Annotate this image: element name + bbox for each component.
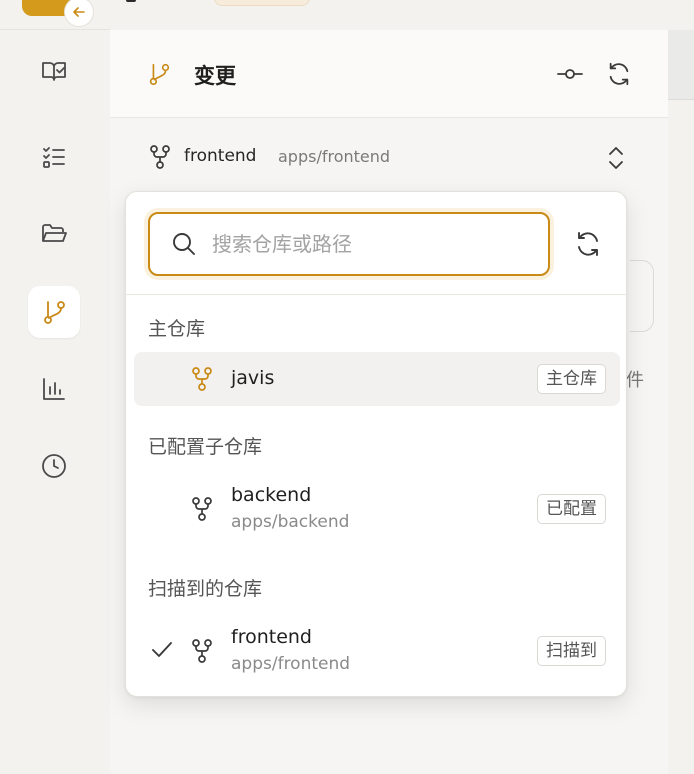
- refresh-icon[interactable]: [606, 60, 632, 88]
- git-branch-icon: [149, 63, 170, 86]
- search-icon: [173, 233, 195, 255]
- rail-tasks-button[interactable]: [28, 131, 80, 183]
- repo-icon: [192, 497, 212, 521]
- background-input-edge: [630, 260, 654, 332]
- repo-badge: 扫描到: [537, 636, 606, 666]
- repo-icon: [150, 145, 170, 169]
- repo-badge: 已配置: [537, 494, 606, 524]
- repo-option-backend[interactable]: backend apps/backend 已配置: [134, 476, 620, 542]
- folder-open-icon: [42, 224, 67, 242]
- section-label-configured: 已配置子仓库: [148, 436, 263, 458]
- section-label-scanned: 扫描到的仓库: [148, 578, 263, 600]
- checklist-icon: [43, 147, 65, 168]
- repo-icon: [192, 639, 212, 663]
- right-strip-header: [668, 30, 694, 100]
- left-rail: [0, 0, 110, 774]
- right-strip: [668, 0, 694, 774]
- repo-option-frontend[interactable]: frontend apps/frontend 扫描到: [134, 618, 620, 684]
- title-fragment: [126, 0, 136, 2]
- search-input[interactable]: [212, 226, 532, 262]
- background-text-fragment: 件: [626, 370, 644, 391]
- top-chip: [214, 0, 310, 6]
- divider: [126, 294, 626, 295]
- section-label-main: 主仓库: [148, 318, 206, 340]
- repo-badge: 主仓库: [537, 364, 606, 394]
- search-box: [148, 212, 550, 276]
- refresh-icon[interactable]: [574, 230, 602, 258]
- repo-option-name: backend: [231, 484, 312, 506]
- repo-selector[interactable]: frontend apps/frontend: [110, 118, 668, 190]
- book-check-icon: [42, 62, 66, 81]
- rail-stats-button[interactable]: [28, 363, 80, 415]
- rail-changes-button[interactable]: [28, 286, 80, 338]
- repo-dropdown: 主仓库 javis 主仓库 已配置子仓库 backend apps/backen…: [125, 191, 627, 697]
- arrow-left-icon: [73, 7, 85, 17]
- check-icon: [152, 642, 172, 657]
- chevron-up-down-icon: [609, 147, 623, 169]
- repo-icon: [192, 367, 212, 391]
- rail-docs-button[interactable]: [28, 45, 80, 97]
- repo-option-name: javis: [231, 367, 275, 389]
- clock-icon: [42, 454, 66, 478]
- repo-option-path: apps/frontend: [231, 654, 351, 674]
- rail-files-button[interactable]: [28, 208, 80, 260]
- panel-header: 变更: [110, 30, 668, 118]
- repo-option-name: frontend: [231, 626, 312, 648]
- page-title: 变更: [194, 64, 236, 88]
- git-commit-icon[interactable]: [556, 62, 584, 86]
- repo-name: frontend: [184, 146, 257, 166]
- repo-option-path: apps/backend: [231, 512, 350, 532]
- git-branch-icon: [44, 301, 65, 324]
- rail-history-button[interactable]: [28, 440, 80, 492]
- repo-path: apps/frontend: [278, 147, 391, 166]
- repo-option-javis[interactable]: javis 主仓库: [134, 352, 620, 406]
- bar-chart-icon: [43, 378, 65, 400]
